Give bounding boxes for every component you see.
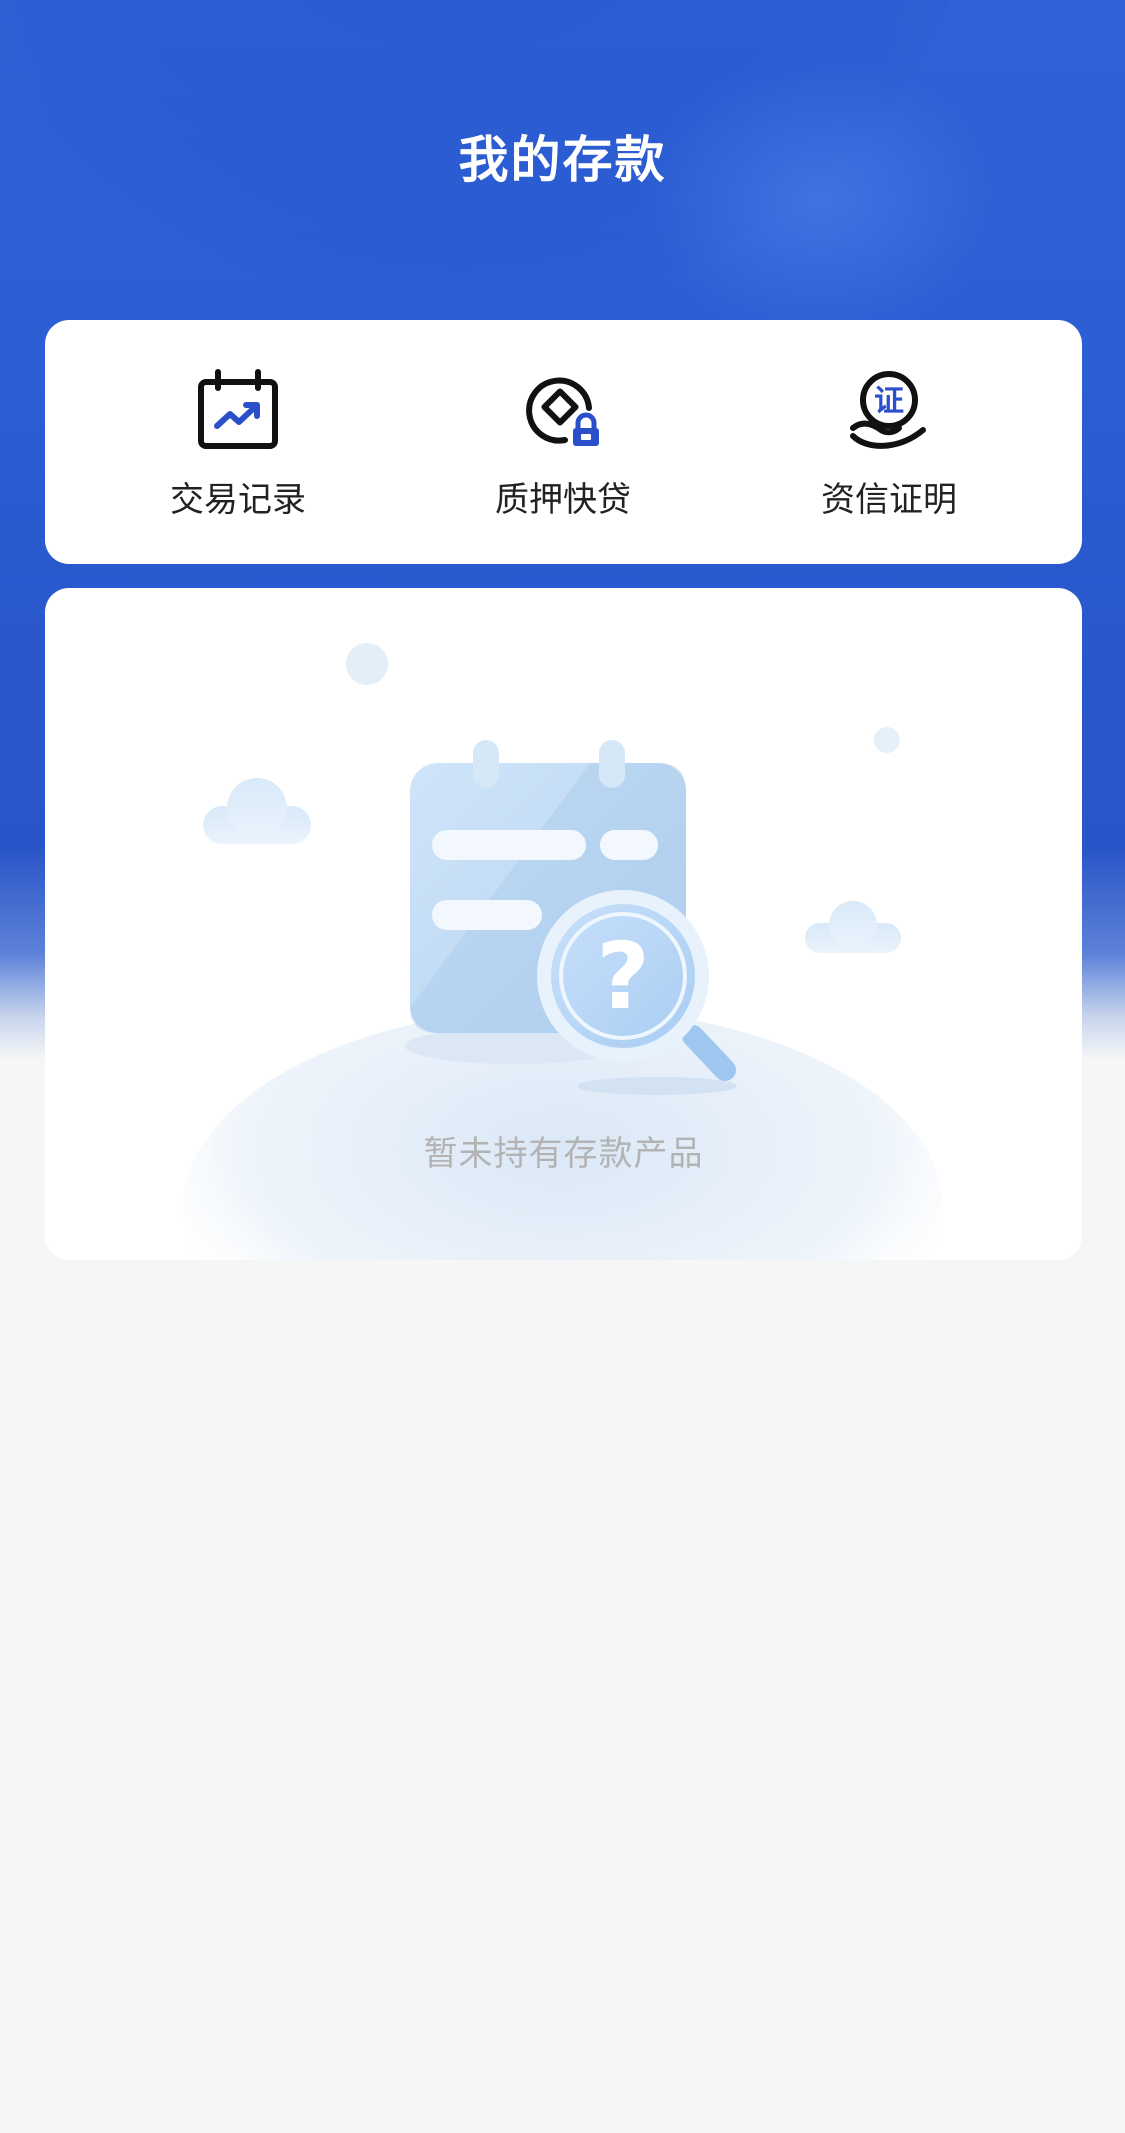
deposit-products-card: ? 暂未持有存款产品 [45, 588, 1082, 1260]
quick-actions-card: 交易记录 质押快贷 证 资信证明 [45, 320, 1082, 564]
empty-state-message: 暂未持有存款产品 [423, 1134, 704, 1174]
deposit-page: 我的存款 交易记录 质押快贷 证 资信证明 ? 暂未持有存款产品 [0, 0, 1125, 2133]
quick-action-label: 资信证明 [821, 480, 957, 520]
quick-action-pledge-loan[interactable]: 质押快贷 [433, 320, 693, 564]
header-decor-glow [640, 60, 1000, 340]
svg-text:?: ? [596, 923, 649, 1030]
calendar-chart-icon [196, 368, 280, 452]
page-title: 我的存款 [458, 131, 667, 189]
quick-action-label: 交易记录 [170, 480, 306, 520]
credit-certificate-icon: 证 [847, 368, 931, 452]
pledge-loan-icon [521, 368, 605, 452]
quick-action-label: 质押快贷 [495, 480, 631, 520]
cloud-right [805, 901, 901, 953]
quick-action-transaction-records[interactable]: 交易记录 [108, 320, 368, 564]
cloud-left [203, 778, 311, 844]
certificate-badge-text: 证 [874, 384, 904, 419]
quick-action-credit-certificate[interactable]: 证 资信证明 [759, 320, 1019, 564]
